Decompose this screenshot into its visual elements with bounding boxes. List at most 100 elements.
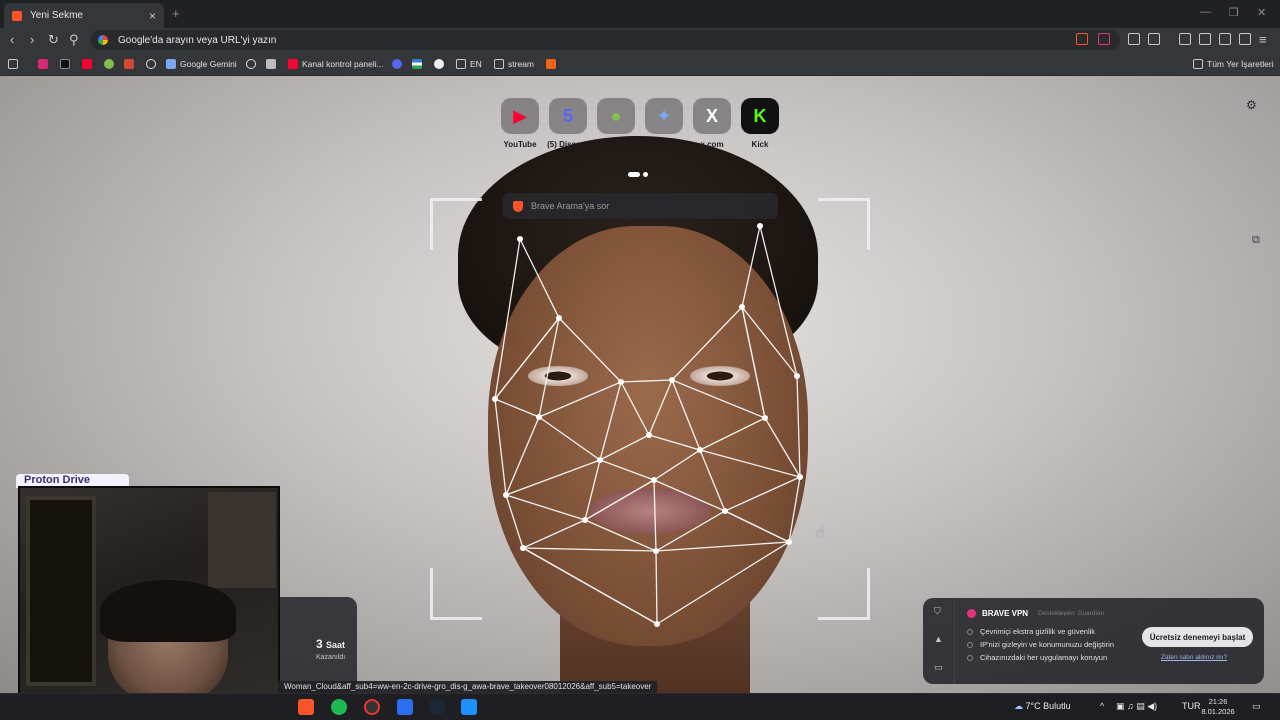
wallet-panel-icon[interactable] <box>1219 33 1231 45</box>
back-icon[interactable]: ‹ <box>10 32 14 47</box>
apps-icon[interactable] <box>8 57 22 71</box>
app-icon[interactable] <box>397 699 413 715</box>
app-icon[interactable] <box>461 699 477 715</box>
window-close-icon[interactable]: ✕ <box>1257 6 1266 19</box>
gemini-icon <box>166 59 176 69</box>
wallet-icon[interactable] <box>1148 33 1160 45</box>
search-placeholder: Brave Arama'ya sor <box>531 201 610 211</box>
pager-dot-active[interactable] <box>628 172 640 177</box>
speed-dial-gemini[interactable]: ✦ Google Ge... <box>640 98 688 149</box>
sidebar-icon[interactable] <box>1199 33 1211 45</box>
pager-dot[interactable] <box>643 172 648 177</box>
vpn-provider: Destekleyen: Guardian <box>1038 610 1105 617</box>
clock-date: 8.01.2026 <box>1201 707 1235 716</box>
leo-icon[interactable] <box>1239 33 1251 45</box>
language-indicator[interactable]: TUR <box>1182 701 1201 711</box>
openai-icon[interactable] <box>246 57 260 71</box>
forward-icon[interactable]: › <box>30 32 34 47</box>
bookmark-google-gemini[interactable]: Google Gemini <box>166 57 237 71</box>
steam-icon[interactable] <box>429 699 445 715</box>
vpn-feature: Cihazınızdaki her uygulamayı koruyun <box>967 653 1107 662</box>
kick-icon: K <box>741 98 779 134</box>
search-box[interactable]: Brave Arama'ya sor <box>503 193 778 219</box>
youtube-icon <box>288 59 298 69</box>
speed-dial-x[interactable]: X x.com <box>693 98 731 149</box>
frame-corner <box>430 568 482 620</box>
brave-shields-icon[interactable] <box>1076 33 1088 45</box>
card-icon[interactable]: ▭ <box>934 662 943 673</box>
bookmarks-bar: Google Gemini Kanal kontrol paneli... EN… <box>0 52 1280 76</box>
widget-sidebar: ⛉ ▲ ▭ <box>923 598 955 684</box>
eksi-icon[interactable] <box>104 57 118 71</box>
brave-icon <box>513 200 523 212</box>
check-icon <box>967 654 973 661</box>
bookmark-en[interactable]: EN <box>456 57 482 71</box>
rewards-widget[interactable]: 3 Saat Kazanıldı <box>280 597 357 693</box>
obs-icon[interactable] <box>364 699 380 715</box>
threads-icon[interactable] <box>146 57 160 71</box>
bookmark-all[interactable]: Tüm Yer İşaretleri <box>1193 57 1274 71</box>
address-bar[interactable]: Google'da arayın veya URL'yi yazın <box>90 30 1120 50</box>
bookmark-label: EN <box>470 59 482 69</box>
settings-gear-icon[interactable]: ⚙ <box>1246 98 1257 112</box>
close-icon[interactable]: × <box>149 9 156 23</box>
vpn-logo-icon <box>967 609 976 618</box>
shield-icon[interactable]: ⛉ <box>934 606 941 617</box>
bookmark-stream[interactable]: stream <box>494 57 534 71</box>
youtube-icon[interactable] <box>82 57 96 71</box>
record-icon[interactable] <box>434 57 448 71</box>
webcam-background-poster <box>208 492 276 588</box>
speed-dial-youtube[interactable]: ▶ YouTube <box>501 98 539 149</box>
brave-rewards-icon[interactable] <box>1098 33 1110 45</box>
bookmark-label: Kanal kontrol paneli... <box>302 59 384 69</box>
flag-icon[interactable] <box>412 57 426 71</box>
webcam-overlay <box>18 486 280 696</box>
warning-icon[interactable]: ▲ <box>934 634 943 644</box>
tray-chevron-icon[interactable]: ^ <box>1100 701 1104 711</box>
weather[interactable]: ☁ 7°C Bulutlu <box>1014 701 1071 712</box>
address-text: Google'da arayın veya URL'yi yazın <box>118 34 277 46</box>
speed-dial-pager[interactable] <box>628 164 651 182</box>
speed-dial-eksi[interactable]: ● ekşi sözlük <box>595 98 637 149</box>
proton-drive-label: Proton Drive <box>24 474 91 486</box>
rewards-value: 3 <box>316 637 323 651</box>
bookmark-kanal[interactable]: Kanal kontrol paneli... <box>288 57 384 71</box>
menu-icon[interactable]: ≡ <box>1259 32 1267 47</box>
reload-icon[interactable]: ↻ <box>48 32 59 48</box>
flask-icon[interactable] <box>266 57 280 71</box>
taskbar: ☁ 7°C Bulutlu ^ ▣ ♫ ▤ ◀) TUR 21:26 8.01.2… <box>0 693 1280 720</box>
x-icon[interactable] <box>60 57 74 71</box>
speed-dial-kick[interactable]: K Kick <box>741 98 779 149</box>
speed-dial-discord[interactable]: 5 (5) Discord <box>547 98 589 149</box>
extensions-icon[interactable] <box>1128 33 1140 45</box>
check-icon <box>967 628 973 635</box>
brave-taskbar-icon[interactable] <box>298 699 314 715</box>
spotify-icon[interactable] <box>331 699 347 715</box>
folder-icon <box>1193 59 1203 69</box>
clock[interactable]: 21:26 8.01.2026 <box>1200 697 1236 717</box>
media-icon[interactable] <box>1179 33 1191 45</box>
new-tab-button[interactable]: + <box>172 6 180 21</box>
etsy-icon[interactable] <box>546 57 560 71</box>
tab-new-tab[interactable]: Yeni Sekme × <box>4 3 164 28</box>
vpn-feature: IP'nizi gizleyin ve konumunuzu değiştiri… <box>967 640 1114 649</box>
vpn-title: BRAVE VPN Destekleyen: Guardian <box>967 609 1104 618</box>
restore-icon[interactable]: ❐ <box>1229 6 1239 19</box>
tray-icons[interactable]: ▣ ♫ ▤ ◀) <box>1116 701 1157 712</box>
minimize-icon[interactable]: — <box>1200 6 1211 18</box>
check-icon <box>967 641 973 648</box>
vpn-already-purchased-link[interactable]: Zaten satın aldınız mı? <box>1161 654 1227 661</box>
instagram-icon[interactable] <box>38 57 52 71</box>
vpn-title-text: BRAVE VPN <box>982 609 1029 618</box>
folder-icon <box>494 59 504 69</box>
tab-title: Yeni Sekme <box>30 10 83 21</box>
gmail-icon[interactable] <box>124 57 138 71</box>
discord-icon[interactable] <box>392 57 406 71</box>
open-external-icon[interactable]: ⧉ <box>1252 234 1260 247</box>
bookmark-icon[interactable]: ⚲ <box>69 32 79 48</box>
status-url: Woman_Cloud&aff_sub4=ww-en-2c-drive-gro_… <box>278 681 658 693</box>
notification-icon[interactable]: ▭ <box>1252 701 1261 712</box>
vpn-trial-button[interactable]: Ücretsiz denemeyi başlat <box>1142 627 1253 647</box>
tab-bar: Yeni Sekme × + — ❐ ✕ <box>0 0 1280 28</box>
brave-icon <box>12 10 22 21</box>
